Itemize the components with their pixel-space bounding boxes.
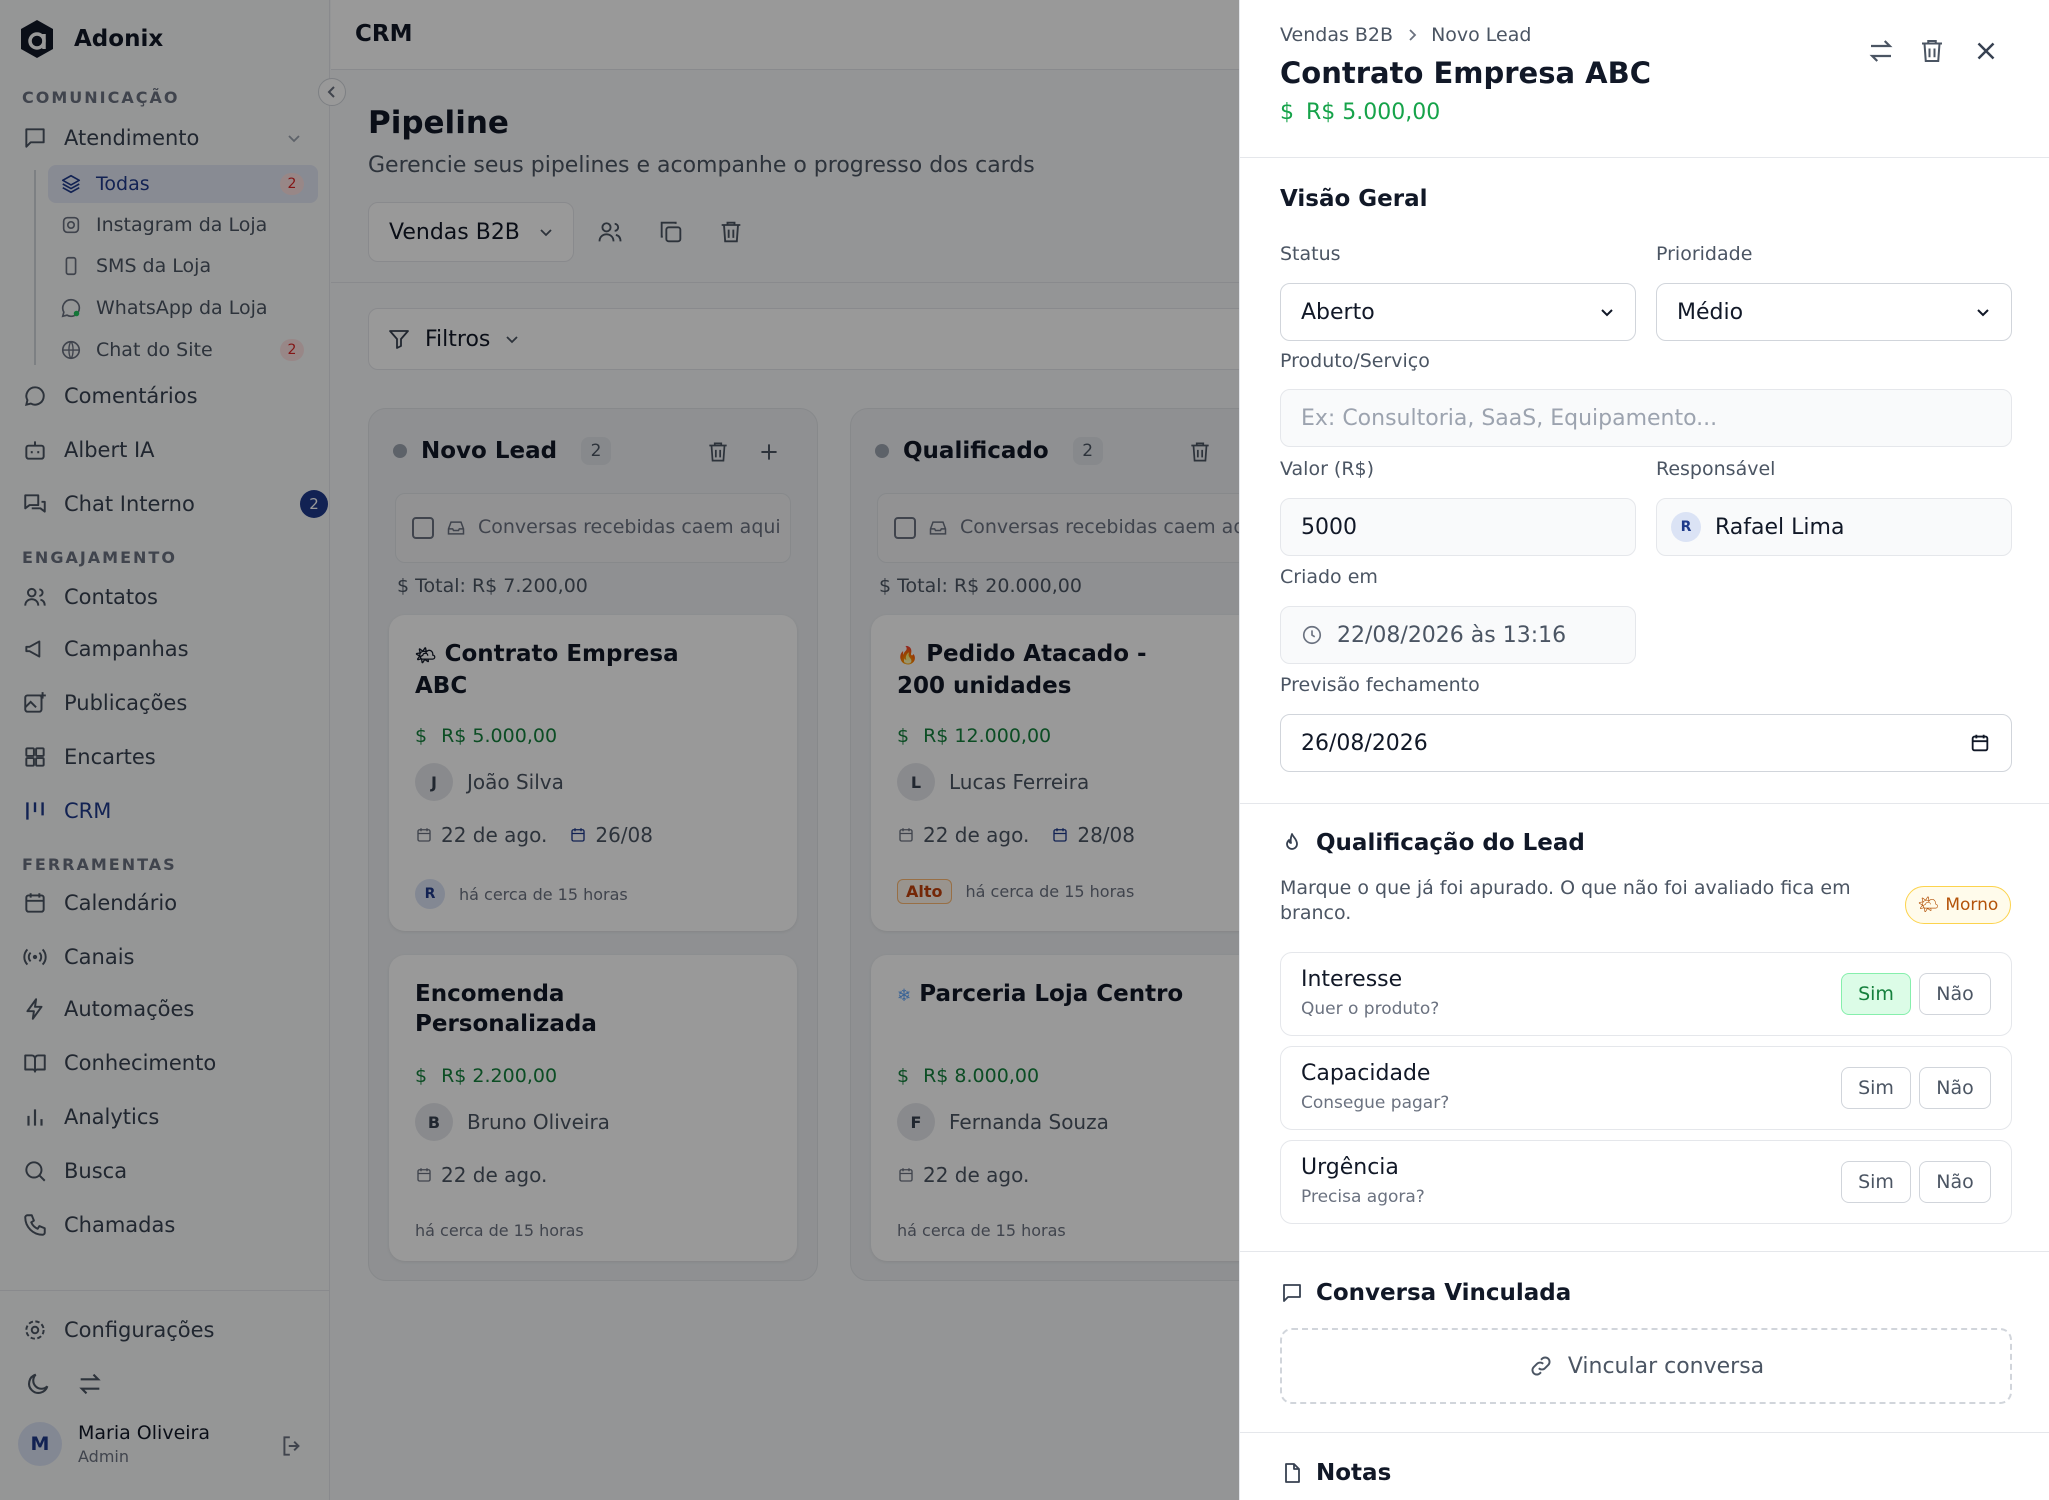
qualification-row: Urgência Precisa agora? Sim Não [1280, 1140, 2012, 1224]
responsible-avatar: R [1671, 512, 1701, 542]
notes-title: Notas [1316, 1460, 1392, 1486]
drawer-divider [1240, 1251, 2049, 1252]
trash-icon[interactable] [1917, 36, 1947, 66]
criterion-question: Precisa agora? [1301, 1187, 1425, 1207]
drawer-divider [1240, 803, 2049, 804]
previsao-value: 26/08/2026 [1301, 730, 1428, 756]
link-conversation-label: Vincular conversa [1567, 1353, 1765, 1379]
linked-heading: Conversa Vinculada [1280, 1280, 1571, 1306]
priority-label: Prioridade [1656, 243, 1753, 265]
temperature-badge: 🌤 Morno [1905, 886, 2011, 924]
chevron-down-icon [1601, 309, 1613, 317]
criterion-name: Interesse [1301, 967, 1403, 992]
file-icon [1285, 1463, 1300, 1483]
priority-value: Médio [1677, 299, 1744, 325]
responsavel-select[interactable]: R Rafael Lima [1656, 498, 2012, 556]
responsavel-label: Responsável [1656, 458, 1776, 480]
criterion-question: Consegue pagar? [1301, 1093, 1450, 1113]
chevron-down-icon [1977, 309, 1989, 317]
message-square-icon [1283, 1284, 1301, 1302]
yes-button[interactable]: Sim [1841, 1161, 1911, 1203]
linked-title: Conversa Vinculada [1316, 1280, 1572, 1306]
criterion-name: Capacidade [1301, 1061, 1431, 1086]
previsao-date-input[interactable]: 26/08/2026 [1280, 714, 2012, 772]
notes-heading: Notas [1280, 1460, 1391, 1486]
calendar-icon [1971, 734, 1989, 752]
qualification-row: Interesse Quer o produto? Sim Não [1280, 952, 2012, 1036]
responsavel-value: Rafael Lima [1715, 514, 1845, 540]
close-icon[interactable] [1971, 36, 2001, 66]
status-label: Status [1280, 243, 1341, 265]
deal-title: Contrato Empresa ABC [1280, 56, 1651, 90]
previsao-label: Previsão fechamento [1280, 674, 1480, 696]
no-button[interactable]: Não [1919, 1067, 1991, 1109]
link-icon [1531, 1356, 1551, 1376]
deal-value-amount: R$ 5.000,00 [1306, 100, 1441, 125]
temperature-label: Morno [1945, 895, 1999, 915]
product-label: Produto/Serviço [1280, 350, 1430, 372]
breadcrumb-pipeline[interactable]: Vendas B2B [1280, 24, 1393, 46]
drawer-divider [1240, 157, 2049, 158]
link-conversation-button[interactable]: Vincular conversa [1280, 1328, 2012, 1404]
breadcrumb: Vendas B2B Novo Lead [1280, 24, 1531, 46]
qualification-heading: Qualificação do Lead [1280, 830, 1585, 856]
criterion-question: Quer o produto? [1301, 999, 1440, 1019]
criado-field: 22/08/2026 às 13:16 [1280, 606, 1636, 664]
product-placeholder: Ex: Consultoria, SaaS, Equipamento... [1301, 405, 1718, 431]
yes-button[interactable]: Sim [1841, 1067, 1911, 1109]
deal-drawer: Vendas B2B Novo Lead Contrato Empresa AB… [1239, 0, 2049, 1500]
qualification-row: Capacidade Consegue pagar? Sim Não [1280, 1046, 2012, 1130]
chevron-right-icon [1409, 29, 1417, 41]
priority-select[interactable]: Médio [1656, 283, 2012, 341]
valor-value: 5000 [1301, 514, 1357, 540]
move-icon[interactable] [1866, 36, 1896, 66]
valor-label: Valor (R$) [1280, 458, 1375, 480]
valor-input[interactable]: 5000 [1280, 498, 1636, 556]
status-value: Aberto [1301, 299, 1375, 325]
no-button[interactable]: Não [1919, 1161, 1991, 1203]
qualification-description: Marque o que já foi apurado. O que não f… [1280, 877, 1851, 924]
modal-backdrop[interactable] [0, 0, 1239, 1500]
overview-heading: Visão Geral [1280, 186, 1428, 212]
criterion-name: Urgência [1301, 1155, 1399, 1180]
deal-value: $ R$ 5.000,00 [1280, 100, 1441, 125]
product-input[interactable]: Ex: Consultoria, SaaS, Equipamento... [1280, 389, 2012, 447]
criado-value: 22/08/2026 às 13:16 [1337, 622, 1567, 648]
clock-icon [1302, 625, 1322, 645]
yes-button[interactable]: Sim [1841, 973, 1911, 1015]
drawer-divider [1240, 1432, 2049, 1433]
status-select[interactable]: Aberto [1280, 283, 1636, 341]
qualification-title: Qualificação do Lead [1316, 830, 1585, 856]
criado-label: Criado em [1280, 566, 1378, 588]
breadcrumb-stage[interactable]: Novo Lead [1431, 24, 1531, 46]
flame-icon [1286, 833, 1298, 850]
no-button[interactable]: Não [1919, 973, 1991, 1015]
